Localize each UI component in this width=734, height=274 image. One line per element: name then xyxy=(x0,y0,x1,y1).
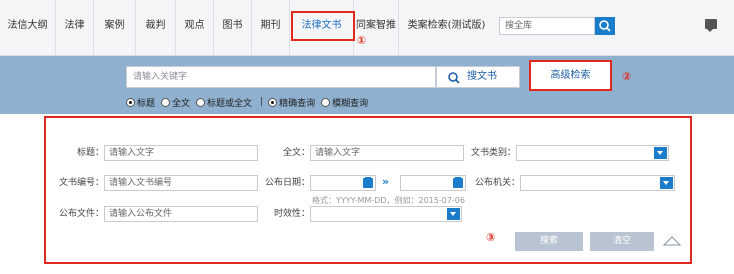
radio-dot xyxy=(126,97,135,107)
radio-title-or-fulltext[interactable]: 标题或全文 xyxy=(196,96,252,109)
top-nav: 法信大纲 法律 案例 裁判 观点 图书 期刊 法律文书 同案智推 类案检索(测试… xyxy=(0,0,734,56)
radio-dot xyxy=(196,97,206,107)
chevron-down-icon xyxy=(654,147,667,159)
nav-item-outline[interactable]: 法信大纲 xyxy=(0,0,56,56)
chevron-down-icon xyxy=(447,208,460,220)
search-button[interactable]: 搜索 xyxy=(515,232,583,251)
nav-item-journals[interactable]: 期刊 xyxy=(252,0,290,56)
marker-2: ② xyxy=(622,70,632,83)
radio-dot xyxy=(161,97,171,107)
doctype-label: 文书类别： xyxy=(470,148,516,158)
search-icon xyxy=(599,20,611,32)
pubdate-label: 公布日期： xyxy=(264,178,310,188)
fulltext-input[interactable]: 请输入文字 xyxy=(310,145,464,161)
docno-label: 文书编号： xyxy=(58,178,104,188)
keyword-search-input[interactable]: 请输入关键字 xyxy=(126,66,436,88)
calendar-icon[interactable] xyxy=(363,177,373,188)
message-icon[interactable] xyxy=(705,19,717,32)
pubdate-start-input[interactable] xyxy=(310,175,376,191)
radio-exact-match[interactable]: 精确查询 xyxy=(268,96,315,109)
active-tab-highlight xyxy=(291,11,355,41)
nav-item-similar-push[interactable]: 同案智推 xyxy=(354,0,399,56)
search-options-row: 标题 全文 标题或全文 | 精确查询 模糊查询 xyxy=(126,95,374,109)
nav-item-law[interactable]: 法律 xyxy=(56,0,94,56)
chevron-down-icon xyxy=(660,177,673,189)
marker-1: ① xyxy=(357,34,367,47)
doctype-select[interactable] xyxy=(516,145,669,161)
validity-select[interactable] xyxy=(310,206,462,222)
nav-item-judgments[interactable]: 裁判 xyxy=(136,0,176,56)
date-format-hint: 格式：YYYY-MM-DD，例如：2015-07-06 xyxy=(312,196,465,205)
advanced-search-button[interactable]: 高级检索 xyxy=(529,60,612,91)
double-chevron-right-icon: » xyxy=(382,175,390,188)
pubfile-label: 公布文件： xyxy=(58,209,104,219)
pubagency-select[interactable] xyxy=(520,175,675,191)
options-separator: | xyxy=(260,97,264,107)
nav-item-class-case-search[interactable]: 类案检索(测试版) xyxy=(399,0,494,56)
global-search-button[interactable] xyxy=(595,17,615,35)
search-icon xyxy=(448,72,460,84)
nav-item-opinions[interactable]: 观点 xyxy=(176,0,214,56)
fulltext-label: 全文： xyxy=(282,148,310,158)
calendar-icon[interactable] xyxy=(453,177,463,188)
validity-label: 时效性： xyxy=(273,209,310,219)
pubagency-label: 公布机关： xyxy=(474,178,520,188)
docno-input[interactable]: 请输入文书编号 xyxy=(104,175,258,191)
nav-item-books[interactable]: 图书 xyxy=(214,0,252,56)
clear-button[interactable]: 清空 xyxy=(590,232,654,251)
radio-title[interactable]: 标题 xyxy=(126,96,155,109)
radio-dot xyxy=(268,97,278,107)
radio-fulltext[interactable]: 全文 xyxy=(161,96,190,109)
nav-item-cases[interactable]: 案例 xyxy=(94,0,136,56)
search-documents-button[interactable]: 搜文书 xyxy=(436,66,520,88)
radio-dot xyxy=(321,97,331,107)
pubdate-end-input[interactable] xyxy=(400,175,466,191)
search-documents-label: 搜文书 xyxy=(467,71,497,82)
pubfile-input[interactable]: 请输入公布文件 xyxy=(104,206,258,222)
global-search-input[interactable]: 搜全库 xyxy=(499,17,595,35)
marker-3: ③ xyxy=(486,231,496,244)
collapse-icon[interactable] xyxy=(662,235,682,247)
radio-fuzzy-match[interactable]: 模糊查询 xyxy=(321,96,368,109)
title-label: 标题： xyxy=(76,148,104,158)
title-input[interactable]: 请输入文字 xyxy=(104,145,258,161)
